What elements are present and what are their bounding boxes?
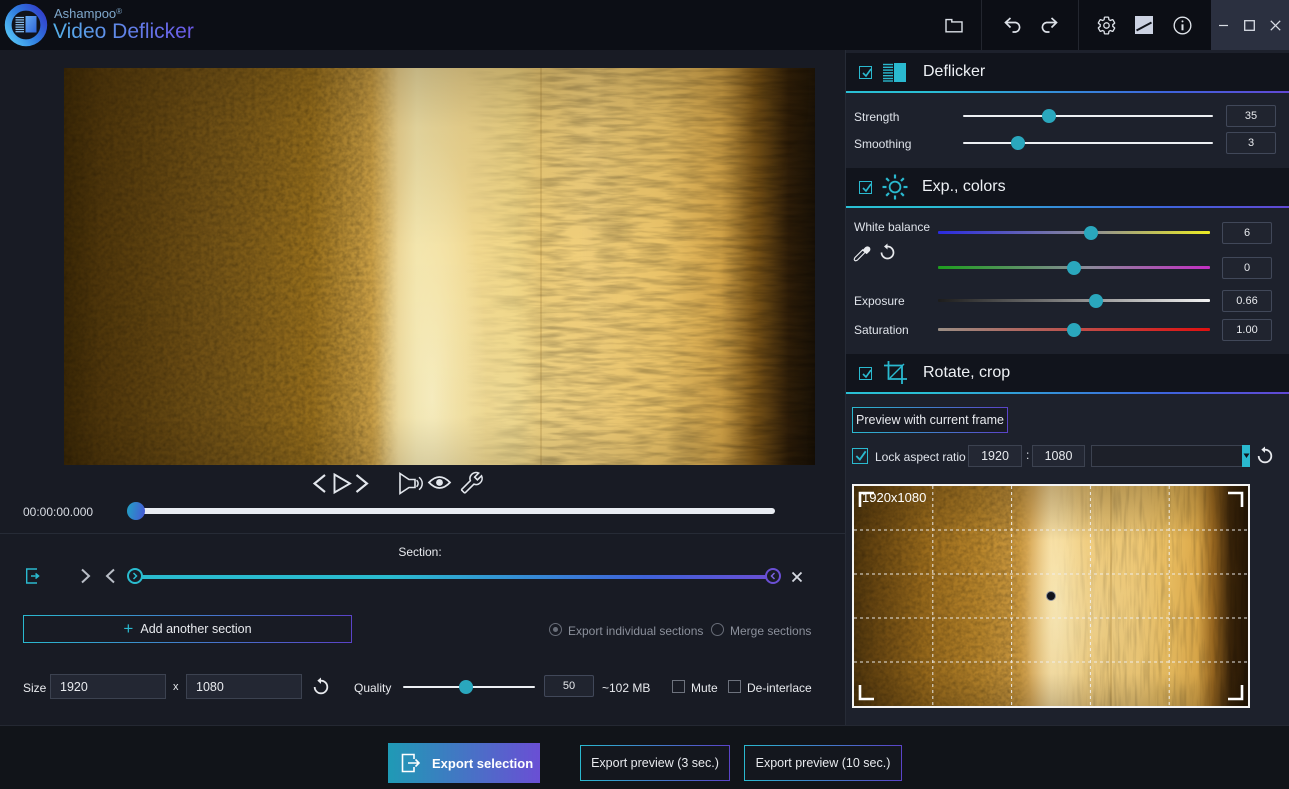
svg-text:1920x1080: 1920x1080 (862, 490, 926, 505)
